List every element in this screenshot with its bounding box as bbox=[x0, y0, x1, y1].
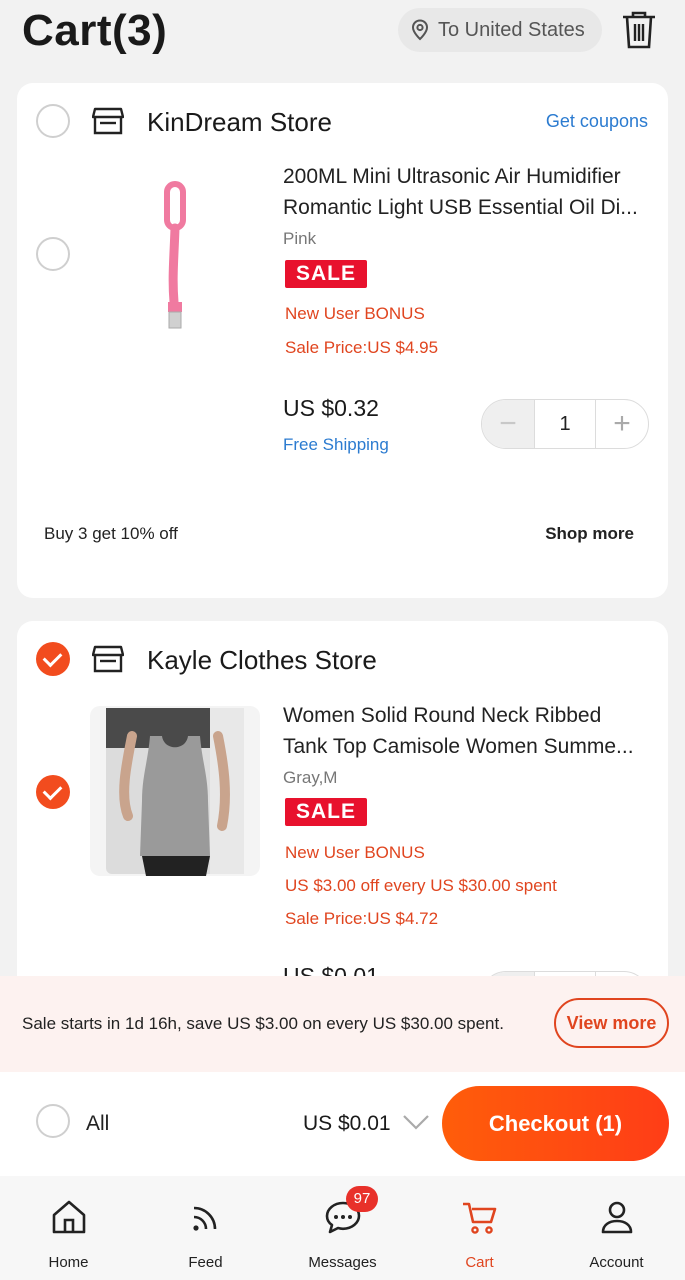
promo-banner-text: Sale starts in 1d 16h, save US $3.00 on … bbox=[22, 1014, 504, 1033]
product-title[interactable]: Women Solid Round Neck Ribbed Tank Top C… bbox=[283, 700, 653, 762]
feed-icon bbox=[192, 1206, 216, 1231]
free-shipping-label: Free Shipping bbox=[283, 435, 389, 454]
promo-text: New User BONUS bbox=[285, 304, 425, 323]
nav-label-account: Account bbox=[589, 1254, 644, 1271]
store-icon bbox=[92, 645, 124, 673]
total-price[interactable]: US $0.01 bbox=[303, 1112, 391, 1136]
product-select-checkbox[interactable] bbox=[36, 775, 70, 809]
decrease-quantity-button[interactable]: − bbox=[482, 400, 534, 448]
checkout-button[interactable]: Checkout (1) bbox=[442, 1086, 669, 1161]
product-title[interactable]: 200ML Mini Ultrasonic Air Humidifier Rom… bbox=[283, 161, 653, 223]
store-icon bbox=[92, 107, 124, 135]
product-image[interactable] bbox=[90, 168, 260, 338]
home-icon bbox=[52, 1200, 85, 1234]
product-variant[interactable]: Pink bbox=[283, 229, 316, 249]
usb-light-image bbox=[164, 181, 186, 329]
view-more-button[interactable]: View more bbox=[554, 998, 669, 1048]
store-select-checkbox[interactable] bbox=[36, 104, 70, 138]
product-price: US $0.32 bbox=[283, 395, 379, 421]
trash-icon[interactable] bbox=[620, 10, 658, 50]
sale-price: Sale Price:US $4.95 bbox=[285, 338, 439, 357]
discount-text: US $3.00 off every US $30.00 spent bbox=[285, 876, 557, 895]
header: Cart(3) To United States bbox=[0, 0, 685, 66]
quantity-value[interactable]: 1 bbox=[534, 400, 596, 448]
nav-item-cart[interactable]: Cart bbox=[411, 1176, 548, 1280]
product-price: US $0.01 bbox=[283, 963, 379, 976]
nav-item-messages[interactable]: 97 Messages bbox=[274, 1176, 411, 1280]
ship-to-label: To United States bbox=[438, 18, 585, 41]
nav-item-feed[interactable]: Feed bbox=[137, 1176, 274, 1280]
select-all-checkbox[interactable] bbox=[36, 1104, 70, 1138]
promo-banner: Sale starts in 1d 16h, save US $3.00 on … bbox=[0, 976, 685, 1072]
location-pin-icon bbox=[411, 19, 429, 41]
messages-badge: 97 bbox=[346, 1186, 378, 1212]
checkout-bar: All US $0.01 Checkout (1) bbox=[0, 1072, 685, 1176]
nav-label-home: Home bbox=[48, 1254, 89, 1271]
tank-top-photo bbox=[106, 708, 244, 876]
nav-label-cart: Cart bbox=[465, 1254, 494, 1271]
product-select-checkbox[interactable] bbox=[36, 237, 70, 271]
get-coupons-link[interactable]: Get coupons bbox=[546, 111, 648, 132]
shop-more-link[interactable]: Shop more bbox=[545, 524, 634, 544]
store-card: KinDream Store Get coupons 200ML Mini Ul… bbox=[17, 83, 668, 598]
nav-label-messages: Messages bbox=[308, 1254, 377, 1271]
nav-item-home[interactable]: Home bbox=[0, 1176, 137, 1280]
sale-badge: SALE bbox=[285, 260, 367, 288]
store-offer: Buy 3 get 10% off bbox=[44, 524, 178, 543]
store-select-checkbox[interactable] bbox=[36, 642, 70, 676]
bottom-nav: Home Feed 97 Messages Cart Account bbox=[0, 1176, 685, 1280]
store-card: Kayle Clothes Store Women Solid Round Ne… bbox=[17, 621, 668, 1001]
select-all-label[interactable]: All bbox=[86, 1112, 109, 1136]
sale-badge: SALE bbox=[285, 798, 367, 826]
sale-price: Sale Price:US $4.72 bbox=[285, 909, 439, 928]
nav-item-account[interactable]: Account bbox=[548, 1176, 685, 1280]
cart-icon bbox=[462, 1202, 496, 1234]
chevron-down-icon[interactable] bbox=[402, 1112, 430, 1132]
product-image[interactable] bbox=[90, 706, 260, 876]
product-variant[interactable]: Gray,M bbox=[283, 768, 337, 788]
store-name[interactable]: KinDream Store bbox=[147, 107, 332, 138]
nav-label-feed: Feed bbox=[188, 1254, 223, 1271]
increase-quantity-button[interactable]: + bbox=[596, 400, 648, 448]
quantity-stepper: − 1 + bbox=[481, 399, 649, 449]
store-name[interactable]: Kayle Clothes Store bbox=[147, 645, 377, 676]
account-icon bbox=[601, 1201, 632, 1234]
ship-to-selector[interactable]: To United States bbox=[398, 8, 602, 52]
promo-text: New User BONUS bbox=[285, 843, 425, 862]
page-title: Cart(3) bbox=[22, 6, 168, 55]
